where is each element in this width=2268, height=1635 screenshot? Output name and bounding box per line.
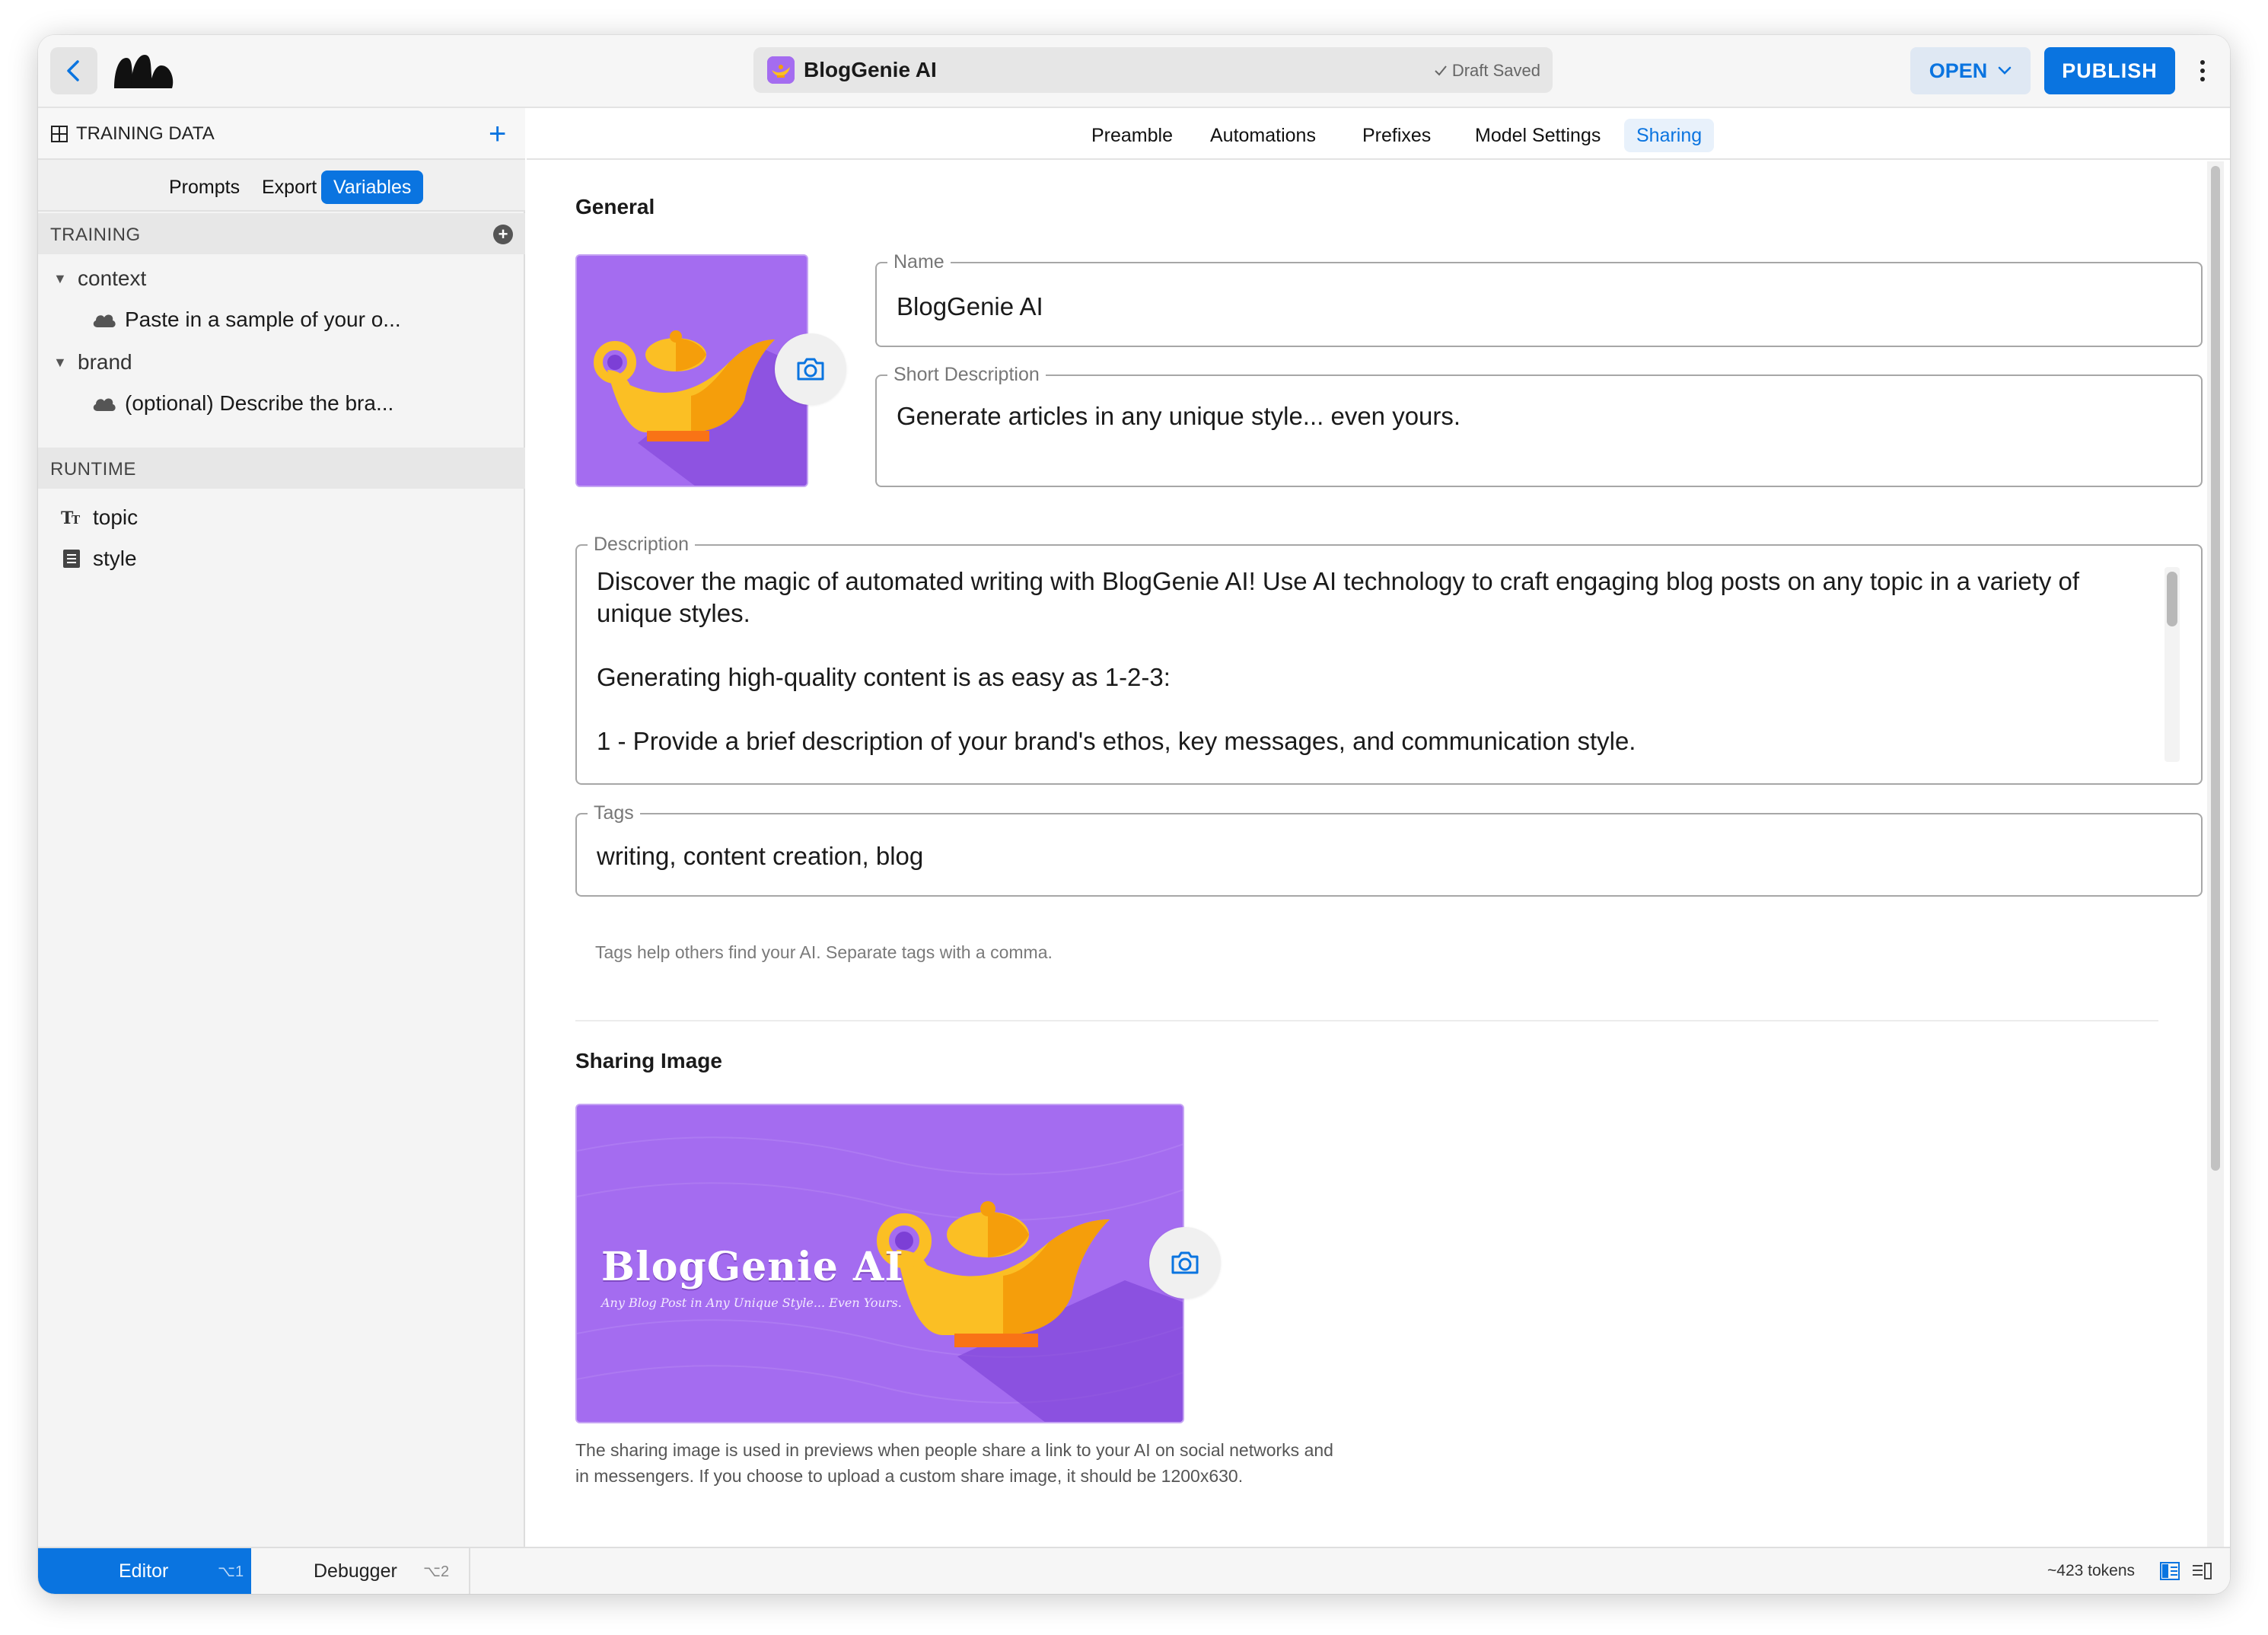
short-description-label: Short Description (887, 364, 1046, 386)
training-data-label: TRAINING DATA (76, 123, 215, 144)
tree-child-brand[interactable]: (optional) Describe the bra... (91, 391, 393, 416)
tree-item-context[interactable]: ▼ context (53, 266, 146, 291)
description-scrollbar[interactable] (2164, 567, 2180, 762)
runtime-item-label: topic (93, 505, 139, 529)
sidebar: TRAINING DATA + Prompts Export Variables… (38, 108, 525, 1547)
tree-child-label: (optional) Describe the bra... (125, 391, 394, 415)
runtime-item-style[interactable]: style (61, 547, 137, 571)
app-window: BlogGenie AI Draft Saved OPEN PUBLISH TR… (38, 35, 2230, 1594)
sharing-image[interactable]: BlogGenie AI Any Blog Post in Any Unique… (575, 1104, 1184, 1423)
tab-variables[interactable]: Variables (321, 171, 424, 204)
app-title: BlogGenie AI (804, 58, 937, 81)
name-field-value: BlogGenie AI (897, 292, 1043, 320)
short-description-field[interactable]: Short Description Generate articles in a… (875, 364, 2203, 487)
runtime-item-topic[interactable]: TT topic (61, 505, 138, 530)
tab-model-settings[interactable]: Model Settings (1463, 119, 1613, 152)
tags-helper-text: Tags help others find your AI. Separate … (595, 942, 1053, 962)
tree-item-label: brand (78, 350, 132, 374)
tree-item-brand[interactable]: ▼ brand (53, 350, 132, 374)
training-data-header: TRAINING DATA + (38, 108, 525, 160)
upload-icon-button[interactable] (775, 333, 846, 405)
share-image-subtitle: Any Blog Post in Any Unique Style... Eve… (601, 1296, 902, 1310)
training-label: TRAINING (50, 225, 141, 245)
add-icon[interactable]: + (489, 119, 506, 149)
description-label: Description (588, 534, 696, 556)
app-icon-image[interactable] (575, 254, 808, 487)
split-view-icon[interactable] (2160, 1562, 2180, 1580)
publish-button[interactable]: PUBLISH (2044, 47, 2175, 94)
tags-label: Tags (588, 802, 640, 824)
main-tabs: Preamble Automations Prefixes Model Sett… (527, 108, 2230, 160)
tab-prompts[interactable]: Prompts (157, 171, 252, 204)
runtime-label: RUNTIME (50, 459, 136, 480)
app-title-pill[interactable]: BlogGenie AI Draft Saved (753, 47, 1553, 93)
open-dropdown-button[interactable]: OPEN (1910, 47, 2031, 94)
list-view-icon[interactable] (2192, 1562, 2212, 1580)
editor-shortcut: ⌥1 (218, 1563, 244, 1580)
debugger-tab[interactable]: Debugger ⌥2 (253, 1548, 470, 1594)
token-count: ~423 tokens (2047, 1562, 2136, 1579)
tags-value: writing, content creation, blog (597, 842, 924, 870)
open-label: OPEN (1929, 59, 1988, 82)
cloud-icon (93, 398, 116, 411)
checkmark-icon (1435, 65, 1447, 76)
top-bar: BlogGenie AI Draft Saved OPEN PUBLISH (38, 35, 2230, 108)
sharing-caption: The sharing image is used in previews wh… (575, 1440, 1333, 1486)
training-section: TRAINING + (38, 213, 525, 254)
chevron-down-icon (1998, 66, 2012, 75)
name-field[interactable]: Name BlogGenie AI (875, 251, 2203, 347)
description-field[interactable]: Description Discover the magic of automa… (575, 534, 2203, 785)
sharing-image-heading: Sharing Image (575, 1049, 722, 1072)
sidebar-tabs: Prompts Export Variables (38, 160, 525, 212)
tree-child-context[interactable]: Paste in a sample of your o... (91, 308, 401, 332)
upload-share-image-button[interactable] (1149, 1227, 1221, 1299)
tree-item-label: context (78, 266, 147, 290)
tree-child-label: Paste in a sample of your o... (125, 308, 401, 331)
name-field-label: Name (887, 251, 951, 273)
publish-label: PUBLISH (2062, 59, 2158, 82)
camera-icon (1171, 1251, 1199, 1274)
debugger-label: Debugger (314, 1560, 397, 1582)
table-grid-icon (51, 126, 68, 142)
tab-prefixes[interactable]: Prefixes (1350, 119, 1443, 152)
description-paragraph: Generating high-quality content is as ea… (597, 663, 1171, 691)
draft-status: Draft Saved (1434, 61, 1540, 81)
runtime-item-label: style (93, 547, 137, 570)
back-button[interactable] (50, 47, 97, 94)
section-divider (575, 1020, 2158, 1021)
text-type-icon: TT (61, 507, 82, 528)
tab-preamble[interactable]: Preamble (1079, 119, 1185, 152)
add-variable-icon[interactable]: + (493, 225, 513, 244)
tab-export[interactable]: Export (250, 171, 329, 204)
description-paragraph: Discover the magic of automated writing … (597, 567, 2080, 627)
list-doc-icon (61, 548, 82, 569)
svg-text:T: T (72, 513, 81, 527)
description-text: Discover the magic of automated writing … (597, 566, 2126, 789)
chevron-left-icon (67, 60, 79, 81)
tab-sharing[interactable]: Sharing (1624, 119, 1715, 152)
tags-field[interactable]: Tags writing, content creation, blog (575, 802, 2203, 897)
cloud-icon (93, 314, 116, 327)
short-description-value: Generate articles in any unique style...… (897, 402, 1461, 430)
draft-status-text: Draft Saved (1451, 61, 1540, 80)
more-menu-icon[interactable] (2193, 53, 2212, 88)
app-thumbnail-icon (767, 56, 795, 84)
runtime-section: RUNTIME (38, 448, 525, 489)
editor-tab[interactable]: Editor ⌥1 (38, 1548, 251, 1594)
tab-automations[interactable]: Automations (1198, 119, 1328, 152)
main-scrollbar[interactable] (2207, 161, 2224, 1547)
app-logo-icon[interactable] (111, 49, 177, 94)
description-paragraph: 1 - Provide a brief description of your … (597, 727, 1636, 755)
editor-label: Editor (119, 1560, 169, 1582)
share-image-title: BlogGenie AI (601, 1244, 904, 1290)
general-heading: General (575, 195, 655, 218)
caret-down-icon[interactable]: ▼ (53, 271, 78, 287)
debugger-shortcut: ⌥2 (423, 1563, 450, 1580)
bottom-bar: Editor ⌥1 Debugger ⌥2 ~423 tokens (38, 1547, 2230, 1594)
main-content: General Name BlogGenie AI Short Descript… (527, 161, 2230, 1547)
caret-down-icon[interactable]: ▼ (53, 355, 78, 371)
camera-icon (797, 358, 824, 381)
